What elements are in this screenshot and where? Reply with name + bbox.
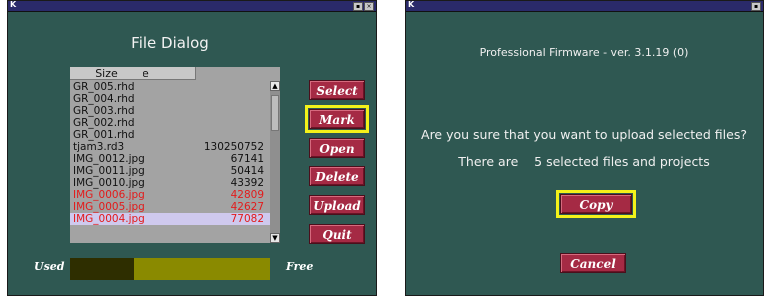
file-name: IMG_0006.jpg <box>73 189 145 201</box>
file-row[interactable]: IMG_0010.jpg 43392 <box>70 177 270 189</box>
file-name: IMG_0012.jpg <box>73 153 145 165</box>
upload-button[interactable]: Upload <box>309 195 365 215</box>
file-row[interactable]: IMG_0004.jpg 77082 <box>70 213 270 225</box>
file-size: 42809 <box>230 189 264 201</box>
delete-button[interactable]: Delete <box>309 166 365 186</box>
kde-logo-icon: K <box>408 0 415 9</box>
file-name: GR_001.rhd <box>73 129 135 141</box>
file-name: IMG_0005.jpg <box>73 201 145 213</box>
confirm-dialog-window: K ▪ Professional Firmware - ver. 3.1.19 … <box>405 0 764 296</box>
file-row[interactable]: GR_002.rhd <box>70 117 270 129</box>
free-label: Free <box>286 260 314 273</box>
minimize-icon[interactable]: ▪ <box>353 2 363 11</box>
dialog-title: File Dialog <box>131 34 209 52</box>
file-row[interactable]: IMG_0011.jpg 50414 <box>70 165 270 177</box>
window-titlebar: K ▪ × <box>8 0 376 12</box>
file-row[interactable]: GR_003.rhd <box>70 105 270 117</box>
scroll-thumb[interactable] <box>271 95 279 131</box>
kde-logo-icon: K <box>10 0 17 9</box>
file-size: 42627 <box>230 201 264 213</box>
selected-count: There are 5 selected files and projects <box>458 154 710 169</box>
file-row[interactable]: GR_001.rhd <box>70 129 270 141</box>
copy-button[interactable]: Copy <box>556 190 636 218</box>
file-name: IMG_0004.jpg <box>73 213 145 225</box>
file-name: GR_004.rhd <box>73 93 135 105</box>
file-rows: GR_005.rhd GR_004.rhd GR_003.rhd GR_002.rhd… <box>70 81 270 225</box>
file-name: GR_002.rhd <box>73 117 135 129</box>
storage-used-fill <box>70 258 134 280</box>
file-name: GR_005.rhd <box>73 81 135 93</box>
minimize-icon[interactable]: ▪ <box>751 2 761 11</box>
file-row[interactable]: IMG_0005.jpg 42627 <box>70 201 270 213</box>
scrollbar[interactable]: ▲ ▼ <box>270 81 280 243</box>
select-button[interactable]: Select <box>309 80 365 100</box>
scroll-up-icon[interactable]: ▲ <box>270 81 280 91</box>
used-label: Used <box>34 260 65 273</box>
file-size: 43392 <box>230 177 264 189</box>
scroll-down-icon[interactable]: ▼ <box>270 233 280 243</box>
file-row[interactable]: IMG_0006.jpg 42809 <box>70 189 270 201</box>
file-size: 50414 <box>230 165 264 177</box>
file-name: IMG_0011.jpg <box>73 165 145 177</box>
file-name: GR_003.rhd <box>73 105 135 117</box>
file-row[interactable]: IMG_0012.jpg 67141 <box>70 153 270 165</box>
window-titlebar: K ▪ <box>406 0 763 12</box>
file-size: 67141 <box>230 153 264 165</box>
file-row[interactable]: tjam3.rd3 130250752 <box>70 141 270 153</box>
close-icon[interactable]: × <box>364 2 374 11</box>
open-button[interactable]: Open <box>309 138 365 158</box>
cancel-button[interactable]: Cancel <box>560 253 626 273</box>
column-header-size[interactable]: Size <box>70 67 143 80</box>
file-name: IMG_0010.jpg <box>73 177 145 189</box>
mark-button[interactable]: Mark <box>305 105 369 133</box>
quit-button[interactable]: Quit <box>309 224 365 244</box>
file-name: tjam3.rd3 <box>73 141 125 153</box>
file-list[interactable]: Name Size GR_005.rhdGR_004.rhdGR_003.rhd… <box>70 67 280 243</box>
storage-bar <box>70 258 270 280</box>
firmware-version: Professional Firmware - ver. 3.1.19 (0) <box>479 46 689 59</box>
file-row[interactable]: GR_004.rhd <box>70 93 270 105</box>
file-size: 77082 <box>230 213 264 225</box>
confirm-question: Are you sure that you want to upload sel… <box>421 127 747 142</box>
file-size: 130250752 <box>203 141 264 153</box>
file-row[interactable]: GR_005.rhd <box>70 81 270 93</box>
